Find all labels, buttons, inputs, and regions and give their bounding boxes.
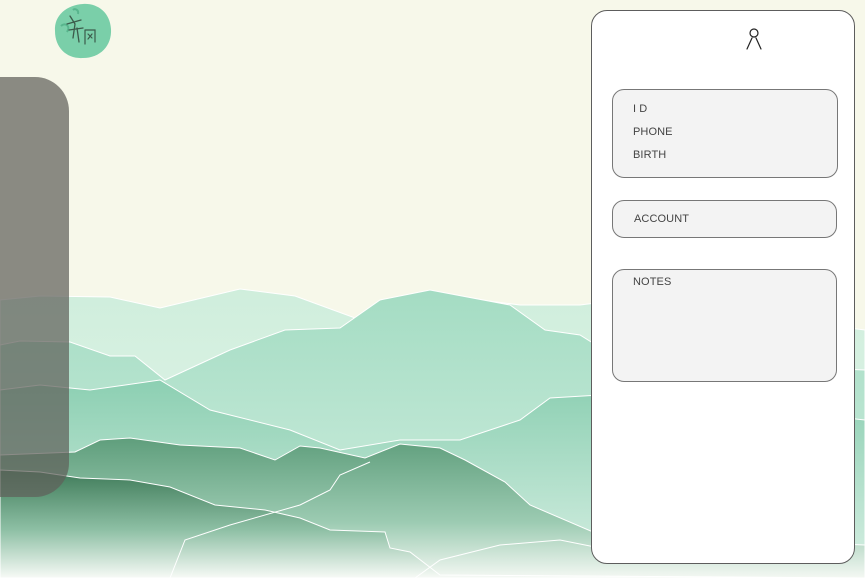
account-label: ACCOUNT xyxy=(634,213,690,225)
phone-label: PHONE xyxy=(633,126,673,138)
notes-field[interactable]: NOTES xyxy=(612,269,837,382)
account-field[interactable]: ACCOUNT xyxy=(612,200,837,238)
notes-label: NOTES xyxy=(633,276,672,288)
personal-info-field[interactable]: I D PHONE BIRTH xyxy=(612,89,838,178)
birth-label: BIRTH xyxy=(633,149,667,161)
user-icon[interactable] xyxy=(746,28,762,50)
id-label: I D xyxy=(633,103,648,115)
ink-seal-logo-icon xyxy=(54,3,112,59)
side-drawer-panel[interactable] xyxy=(0,77,69,497)
profile-card: I D PHONE BIRTH ACCOUNT NOTES xyxy=(591,10,855,564)
